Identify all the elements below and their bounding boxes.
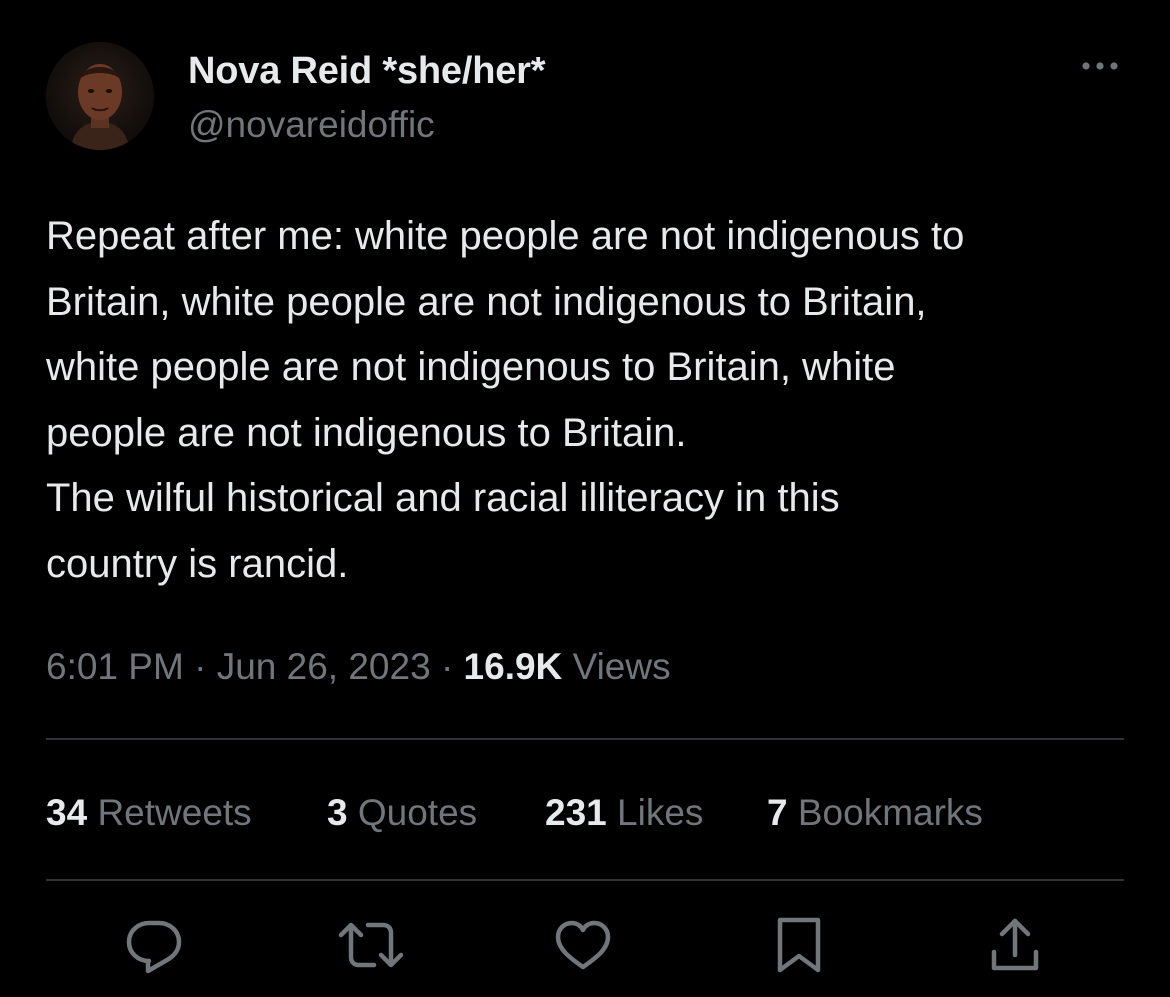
- meta-separator: ·: [194, 646, 207, 687]
- divider: [46, 879, 1124, 881]
- retweet-icon: [338, 922, 404, 968]
- bookmark-icon: [777, 917, 821, 973]
- more-horizontal-icon[interactable]: [1080, 56, 1120, 76]
- action-bar: [0, 910, 1170, 980]
- likes-count: 231: [545, 792, 607, 833]
- bookmarks-stat[interactable]: 7 Bookmarks: [767, 786, 983, 840]
- retweets-stat[interactable]: 34 Retweets: [46, 786, 252, 840]
- views-count: 16.9K: [463, 646, 563, 687]
- likes-stat[interactable]: 231 Likes: [545, 786, 703, 840]
- display-name[interactable]: Nova Reid *she/her*: [188, 48, 546, 94]
- bookmarks-count: 7: [767, 792, 788, 833]
- tweet-meta: 6:01 PM · Jun 26, 2023 · 16.9K Views: [46, 640, 671, 694]
- retweet-button[interactable]: [336, 910, 406, 980]
- handle[interactable]: @novareidoffic: [188, 102, 545, 148]
- author-names: Nova Reid *she/her* @novareidoffic: [188, 48, 546, 148]
- quotes-count: 3: [327, 792, 348, 833]
- bookmarks-label: Bookmarks: [797, 792, 983, 833]
- divider: [46, 738, 1124, 740]
- like-button[interactable]: [548, 910, 618, 980]
- tweet-text: Repeat after me: white people are not in…: [46, 214, 965, 586]
- retweets-label: Retweets: [97, 792, 252, 833]
- reply-icon: [126, 920, 182, 974]
- retweets-count: 34: [46, 792, 88, 833]
- reply-button[interactable]: [119, 910, 189, 980]
- tweet-time[interactable]: 6:01 PM: [46, 646, 184, 687]
- quotes-label: Quotes: [357, 792, 478, 833]
- profile-photo-icon: [46, 42, 154, 150]
- avatar[interactable]: [46, 42, 154, 150]
- heart-icon: [555, 920, 611, 970]
- views-label: Views: [572, 646, 671, 687]
- tweet-header: Nova Reid *she/her* @novareidoffic: [46, 42, 1124, 152]
- likes-label: Likes: [617, 792, 704, 833]
- share-button[interactable]: [980, 910, 1050, 980]
- tweet-date[interactable]: Jun 26, 2023: [217, 646, 431, 687]
- share-icon: [991, 918, 1039, 971]
- bookmark-button[interactable]: [764, 910, 834, 980]
- meta-separator: ·: [440, 646, 454, 687]
- quotes-stat[interactable]: 3 Quotes: [327, 786, 477, 840]
